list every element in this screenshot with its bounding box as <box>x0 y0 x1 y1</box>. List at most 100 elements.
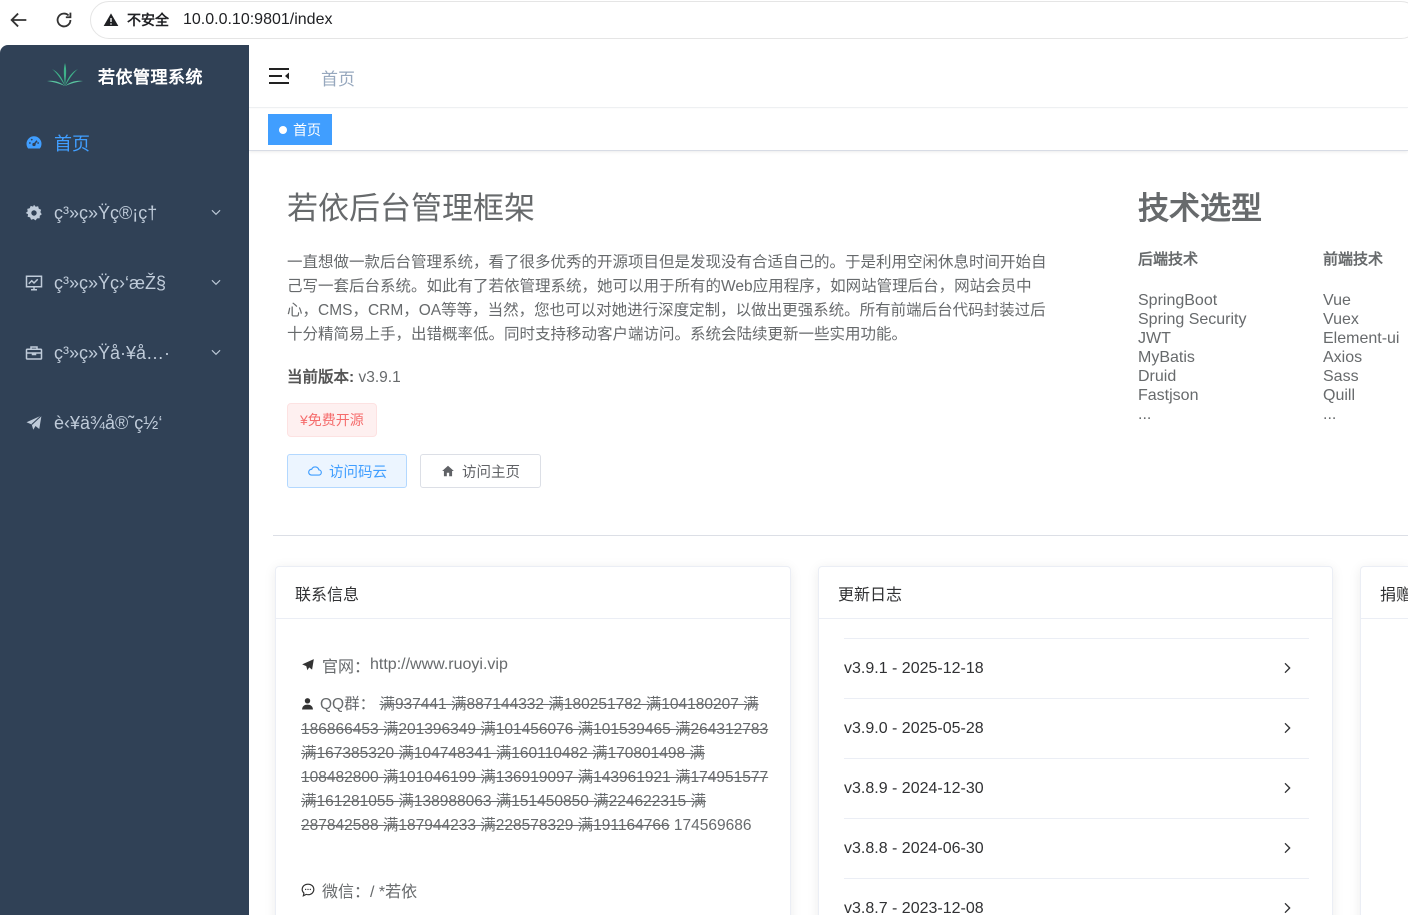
tech-item: JWT <box>1138 330 1171 347</box>
visit-homepage-button[interactable]: 访问主页 <box>420 454 541 488</box>
site-label: 官网： <box>322 659 371 676</box>
paper-plane-icon <box>301 658 315 672</box>
tech-item: ... <box>1323 406 1337 423</box>
qq-label: QQ群： <box>320 696 376 713</box>
changelog-entry[interactable]: v3.9.0 - 2025-05-28 <box>844 698 1309 758</box>
url-text: 10.0.0.10:9801/index <box>183 11 333 28</box>
changelog-card: 更新日志 v3.9.1 - 2025-12-18 v3.9.0 - 2025-0… <box>818 566 1333 915</box>
tags-view: 首页 <box>249 109 1408 151</box>
official-site-line: 官网： http://www.ruoyi.vip <box>301 653 508 677</box>
tech-title: 技术选型 <box>1138 191 1262 226</box>
navbar: 首页 <box>249 45 1408 108</box>
reload-icon <box>56 12 72 28</box>
intro-title: 若依后台管理框架 <box>287 191 535 226</box>
sidebar-logo[interactable]: 若依管理系统 <box>0 45 249 105</box>
version-value: v3.9.1 <box>358 369 401 386</box>
intro-description: 一直想做一款后台管理系统，看了很多优秀的开源项目但是发现没有合适自己的。于是利用… <box>287 254 1047 343</box>
contact-card-header: 联系信息 <box>276 567 790 619</box>
sidebar-item-label: 首页 <box>54 134 90 154</box>
backend-tech-title: 后端技术 <box>1138 251 1199 268</box>
chevron-right-icon <box>1284 842 1291 854</box>
sidebar-item-label: ç³»ç»Ÿç›‘æŽ§ <box>54 272 167 293</box>
breadcrumb: 首页 <box>321 70 355 89</box>
section-divider <box>273 535 1408 536</box>
sidebar-item-label: ç³»ç»Ÿç®¡ç† <box>54 202 158 223</box>
security-label: 不安全 <box>127 12 169 28</box>
chat-icon <box>301 883 315 897</box>
home-icon <box>441 464 455 478</box>
tech-item: Druid <box>1138 368 1177 385</box>
changelog-entry-title: v3.8.9 - 2024-12-30 <box>844 779 984 797</box>
back-arrow-icon <box>10 12 27 28</box>
logo-icon <box>47 63 83 86</box>
tech-item: Axios <box>1323 349 1363 366</box>
changelog-entry[interactable]: v3.8.9 - 2024-12-30 <box>844 758 1309 818</box>
tech-item: Quill <box>1323 387 1356 404</box>
visit-gitee-button[interactable]: 访问码云 <box>287 454 407 488</box>
qq-groups: QQ群： 满937441 满887144332 满180251782 满1041… <box>301 693 771 838</box>
site-url-link[interactable]: http://www.ruoyi.vip <box>370 656 508 674</box>
frontend-tech-title: 前端技术 <box>1323 251 1384 268</box>
chevron-right-icon <box>1284 782 1291 794</box>
changelog-entry[interactable]: v3.8.8 - 2024-06-30 <box>844 818 1309 878</box>
version-info: 当前版本: v3.9.1 <box>287 365 401 387</box>
chevron-right-icon <box>1284 902 1291 914</box>
version-label: 当前版本: <box>287 369 355 386</box>
visit-homepage-label: 访问主页 <box>462 464 520 481</box>
tech-item: Vuex <box>1323 311 1359 328</box>
sidebar-item-monitor[interactable]: ç³»ç»Ÿç›‘æŽ§ <box>0 255 249 311</box>
back-button[interactable] <box>4 5 34 35</box>
tech-item: Sass <box>1323 368 1359 385</box>
tag-label: 首页 <box>293 121 321 138</box>
sidebar: 若依管理系统 首页 ç³»ç»Ÿç®¡ç† ç³»ç»Ÿç›‘æŽ§ ç³»ç»… <box>0 45 249 915</box>
qq-full-groups: 满937441 满887144332 满180251782 满104180207… <box>301 696 769 834</box>
tech-item: Fastjson <box>1138 387 1199 404</box>
tech-item: Spring Security <box>1138 311 1247 328</box>
backend-tech-column: 后端技术 SpringBoot Spring Security JWT MyBa… <box>1138 248 1247 424</box>
sidebar-item-label: è‹¥ä¾å®˜ç½‘ <box>54 412 163 433</box>
changelog-entry[interactable]: v3.8.7 - 2023-12-08 <box>844 878 1309 915</box>
visit-gitee-label: 访问码云 <box>329 464 387 481</box>
changelog-entry-title: v3.9.1 - 2025-12-18 <box>844 659 984 677</box>
changelog-card-header: 更新日志 <box>819 567 1332 619</box>
tech-item: ... <box>1138 406 1152 423</box>
chevron-right-icon <box>1284 662 1291 674</box>
browser-toolbar: 不安全 10.0.0.10:9801/index <box>0 0 1408 40</box>
warning-icon <box>103 13 119 26</box>
monitor-icon <box>24 273 44 293</box>
address-bar[interactable]: 不安全 10.0.0.10:9801/index <box>90 1 1408 39</box>
hamburger-button[interactable] <box>269 67 291 90</box>
wechat-line: 微信： / *若依 <box>301 878 417 902</box>
changelog-entry[interactable]: v3.9.1 - 2025-12-18 <box>844 638 1309 698</box>
logo-title: 若依管理系统 <box>98 67 203 87</box>
chevron-down-icon <box>211 349 221 356</box>
tech-item: MyBatis <box>1138 349 1195 366</box>
gear-icon <box>24 203 44 223</box>
sidebar-item-system[interactable]: ç³»ç»Ÿç®¡ç† <box>0 185 249 241</box>
sidebar-item-website[interactable]: è‹¥ä¾å®˜ç½‘ <box>0 395 249 451</box>
donate-card-header: 捐赠 <box>1361 567 1408 619</box>
wechat-value: / *若依 <box>370 884 418 901</box>
free-open-source-tag: ¥免费开源 <box>287 403 377 437</box>
cloud-icon <box>308 465 322 477</box>
menu-fold-icon <box>269 68 289 84</box>
tag-dot-icon <box>279 125 287 134</box>
changelog-entry-title: v3.8.8 - 2024-06-30 <box>844 839 984 857</box>
donate-card: 捐赠 <box>1360 566 1408 915</box>
chevron-right-icon <box>1284 722 1291 734</box>
dashboard-icon <box>24 133 44 153</box>
wechat-label: 微信： <box>322 884 371 901</box>
qq-current-group: 174569686 <box>673 817 752 834</box>
reload-button[interactable] <box>49 5 79 35</box>
sidebar-item-tools[interactable]: ç³»ç»Ÿå·¥å…· <box>0 325 249 381</box>
tag-home[interactable]: 首页 <box>268 114 332 145</box>
tech-item: Vue <box>1323 292 1351 309</box>
toolbox-icon <box>24 343 44 363</box>
frontend-tech-column: 前端技术 Vue Vuex Element-ui Axios Sass Quil… <box>1323 248 1399 424</box>
paper-plane-icon <box>24 413 44 433</box>
tech-item: SpringBoot <box>1138 292 1218 309</box>
sidebar-item-home[interactable]: 首页 <box>0 115 249 171</box>
contact-card: 联系信息 官网： http://www.ruoyi.vip QQ群： 满9374… <box>275 566 791 915</box>
changelog-entry-title: v3.8.7 - 2023-12-08 <box>844 899 984 915</box>
user-icon <box>301 694 314 718</box>
